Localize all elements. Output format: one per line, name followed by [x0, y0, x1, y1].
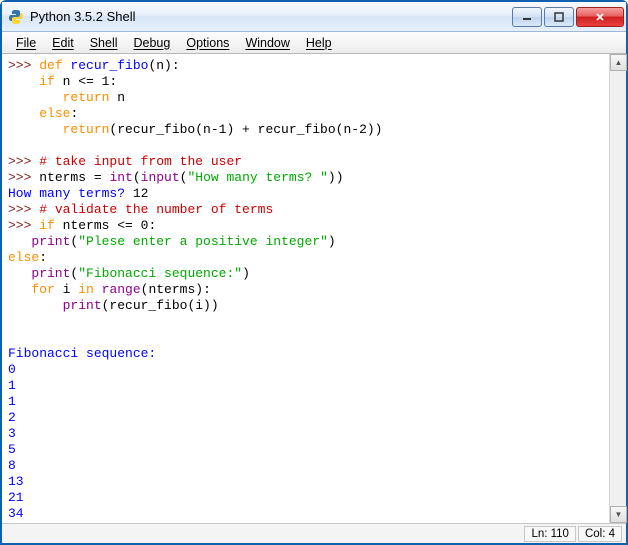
window-title: Python 3.5.2 Shell	[30, 9, 510, 24]
menu-window[interactable]: Window	[237, 34, 297, 52]
menu-file[interactable]: File	[8, 34, 44, 52]
status-line: Ln: 110	[524, 526, 576, 542]
shell-editor[interactable]: >>> def recur_fibo(n): if n <= 1: return…	[2, 54, 609, 523]
status-col: Col: 4	[578, 526, 622, 542]
scroll-down-icon[interactable]: ▼	[610, 506, 627, 523]
statusbar: Ln: 110 Col: 4	[2, 523, 626, 543]
python-icon	[8, 9, 24, 25]
content-area: >>> def recur_fibo(n): if n <= 1: return…	[2, 54, 626, 523]
maximize-button[interactable]	[544, 7, 574, 27]
menubar: File Edit Shell Debug Options Window Hel…	[2, 32, 626, 54]
scroll-up-icon[interactable]: ▲	[610, 54, 627, 71]
menu-help[interactable]: Help	[298, 34, 340, 52]
titlebar: Python 3.5.2 Shell	[2, 2, 626, 32]
scrollbar[interactable]: ▲ ▼	[609, 54, 626, 523]
menu-options[interactable]: Options	[178, 34, 237, 52]
close-button[interactable]	[576, 7, 624, 27]
window-controls	[510, 7, 624, 27]
menu-edit[interactable]: Edit	[44, 34, 82, 52]
menu-debug[interactable]: Debug	[126, 34, 179, 52]
minimize-button[interactable]	[512, 7, 542, 27]
menu-shell[interactable]: Shell	[82, 34, 126, 52]
